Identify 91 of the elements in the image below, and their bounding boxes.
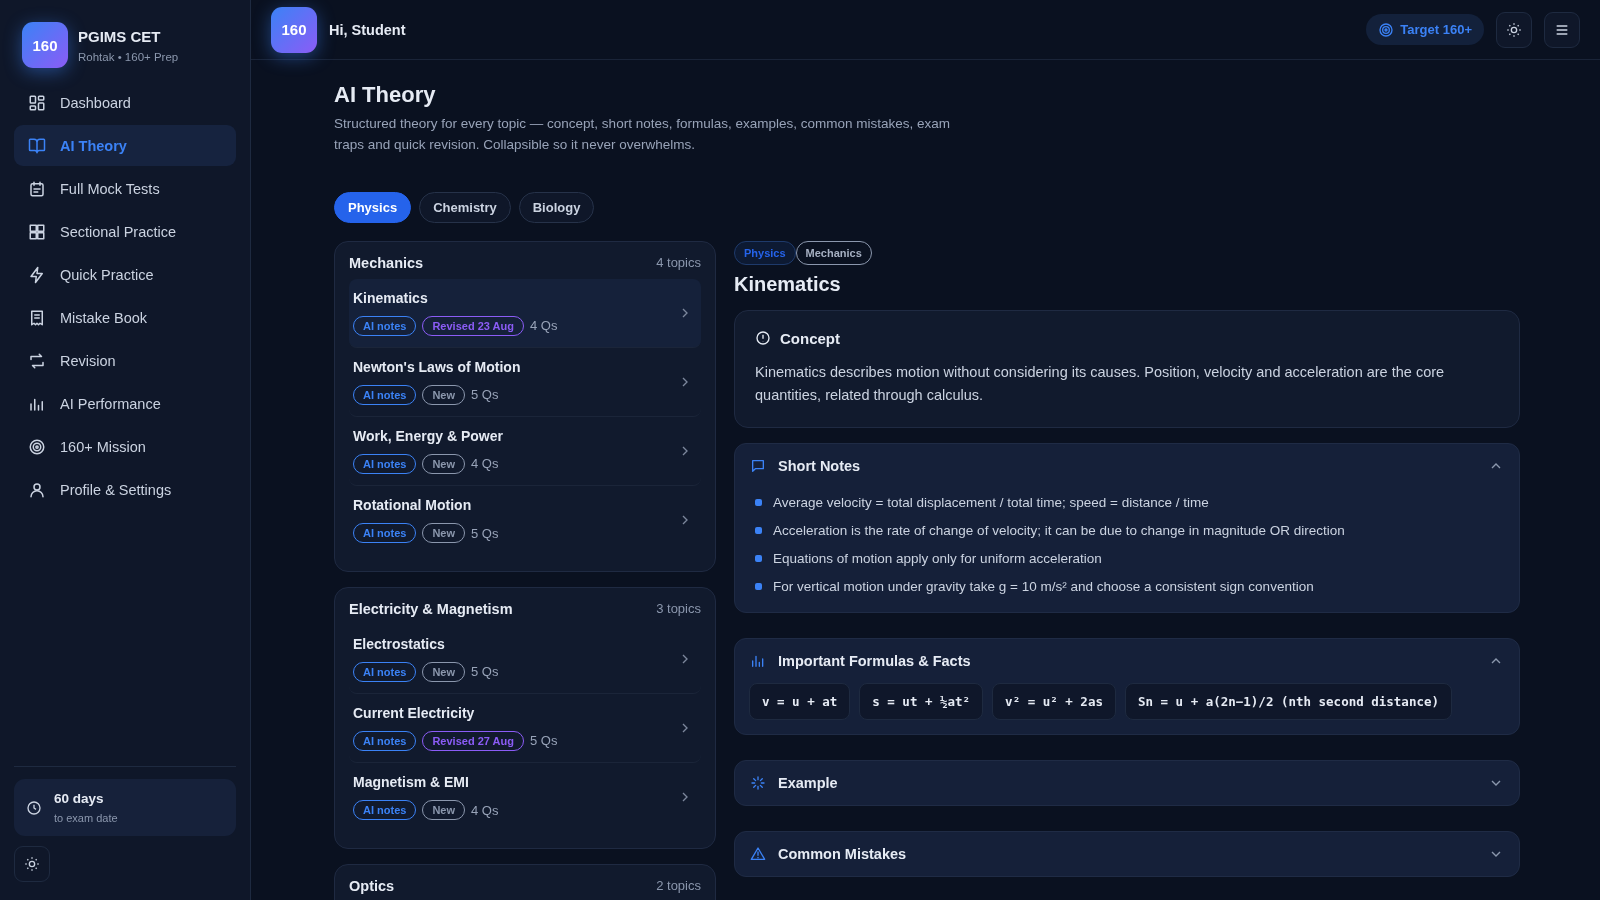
- target-button[interactable]: Target 160+: [1366, 14, 1484, 45]
- note-text: Average velocity = total displacement / total time; speed = distance / time: [773, 494, 1209, 510]
- target-icon: [1378, 21, 1395, 38]
- topic-count: 2 topics: [656, 878, 701, 894]
- topic-name: Newton's Laws of Motion: [353, 358, 522, 375]
- nav-item[interactable]: Sectional Practice: [14, 211, 236, 252]
- nav-item[interactable]: Full Mock Tests: [14, 168, 236, 209]
- user-icon: [28, 480, 46, 499]
- subject-tab[interactable]: Chemistry: [419, 191, 511, 223]
- note-text: For vertical motion under gravity take g = 10 m/s² and choose a consistent sign convention: [773, 578, 1314, 594]
- topic-item[interactable]: Newton's Laws of Motion AI notes New 5 Qs: [349, 347, 701, 417]
- formula-chip: v = u + at: [749, 683, 851, 721]
- menu-button[interactable]: [1544, 11, 1580, 48]
- nav-item[interactable]: Profile & Settings: [14, 469, 236, 510]
- message-icon: [750, 458, 766, 475]
- section-header[interactable]: Short Notes: [735, 444, 1519, 489]
- concept-text: Kinematics describes motion without considering its causes. Position, velocity and acceleration are the core quantities, related through calculus.: [755, 362, 1446, 406]
- app-logo: 160: [271, 6, 317, 53]
- section-header[interactable]: Common Mistakes: [735, 832, 1519, 877]
- subject-chip: Physics: [734, 240, 796, 265]
- topic-name: Kinematics: [353, 289, 429, 306]
- calendar-icon: [28, 179, 46, 198]
- topic-title: Kinematics: [734, 272, 842, 296]
- chapter-title: Mechanics: [349, 254, 424, 271]
- brand-name: PGIMS CET: [78, 27, 162, 45]
- bullet-icon: [755, 554, 762, 562]
- page-description: Structured theory for every topic — concept, short notes, formulas, examples, common mistakes, exam traps and quick revision. Collapsible so it never overwhelms.: [334, 115, 951, 154]
- bullet-icon: [755, 526, 762, 534]
- note-text: Equations of motion apply only for uniform acceleration: [773, 550, 1102, 566]
- sun-icon: [24, 856, 40, 872]
- warning-icon: [750, 846, 766, 863]
- formula-chip: s = ut + ½at²: [859, 683, 984, 721]
- formula-chip: Sn = u + a(2n−1)/2 (nth second distance): [1124, 683, 1452, 721]
- question-count: 5 Qs: [471, 664, 499, 680]
- topic-name: Current Electricity: [353, 704, 476, 721]
- repeat-icon: [28, 351, 46, 370]
- question-count: 4 Qs: [529, 318, 558, 334]
- nav-item[interactable]: AI Performance: [14, 383, 236, 424]
- nav-item[interactable]: Quick Practice: [14, 254, 236, 295]
- topic-item[interactable]: Rotational Motion AI notes New 5 Qs: [349, 485, 701, 555]
- question-count: 4 Qs: [471, 456, 499, 472]
- dashboard-icon: [28, 93, 46, 112]
- days-count: 60 days: [54, 791, 105, 806]
- nav-item[interactable]: AI Theory: [14, 125, 236, 166]
- brand-tagline: Rohtak • 160+ Prep: [78, 50, 179, 63]
- subject-tab[interactable]: Physics: [334, 191, 412, 223]
- clock-icon: [26, 799, 42, 816]
- sun-icon: [1506, 21, 1522, 38]
- topic-item[interactable]: Electrostatics AI notes New 5 Qs: [349, 624, 701, 694]
- app-logo: 160: [22, 22, 68, 68]
- nav-item[interactable]: Dashboard: [14, 82, 236, 123]
- nav-item[interactable]: 160+ Mission: [14, 426, 236, 467]
- book-icon: [28, 136, 46, 155]
- topic-name: Electrostatics: [353, 635, 446, 652]
- lightning-icon: [28, 265, 46, 284]
- info-icon: [755, 330, 771, 347]
- formula-chip: v² = u² + 2as: [992, 683, 1116, 721]
- concept-title: Concept: [780, 329, 840, 347]
- section-header[interactable]: Important Formulas & Facts: [735, 639, 1519, 684]
- target-icon: [28, 437, 46, 456]
- grid-icon: [28, 222, 46, 241]
- section-header[interactable]: Example: [735, 761, 1519, 806]
- page-title: AI Theory: [334, 82, 437, 108]
- topic-name: Rotational Motion: [353, 497, 473, 514]
- topic-item[interactable]: Work, Energy & Power AI notes New 4 Qs: [349, 416, 701, 486]
- bar-chart-icon: [750, 653, 766, 670]
- question-count: 5 Qs: [529, 733, 558, 749]
- topic-item[interactable]: Kinematics AI notes Revised 23 Aug 4 Qs: [349, 278, 701, 348]
- nav-item[interactable]: Revision: [14, 340, 236, 381]
- question-count: 5 Qs: [471, 387, 499, 403]
- subject-tab[interactable]: Biology: [518, 191, 595, 223]
- topic-name: Magnetism & EMI: [353, 774, 470, 791]
- chapter-title: Electricity & Magnetism: [349, 600, 513, 617]
- topic-name: Work, Energy & Power: [353, 427, 504, 444]
- bullet-icon: [755, 582, 762, 590]
- note-text: Acceleration is the rate of change of velocity; it can be due to change in magnitude OR direction: [773, 522, 1345, 538]
- topic-count: 4 topics: [656, 255, 701, 271]
- topic-count: 3 topics: [656, 601, 701, 617]
- theme-toggle-button[interactable]: [1496, 11, 1532, 48]
- greeting: Hi, Student: [329, 21, 406, 38]
- topic-item[interactable]: Magnetism & EMI AI notes New 4 Qs: [349, 762, 701, 832]
- question-count: 5 Qs: [471, 525, 499, 541]
- sparkle-icon: [750, 775, 766, 792]
- receipt-icon: [28, 308, 46, 327]
- theme-toggle-button[interactable]: [14, 846, 50, 882]
- bullet-icon: [755, 498, 762, 506]
- nav-item[interactable]: Mistake Book: [14, 297, 236, 338]
- question-count: 4 Qs: [471, 802, 499, 818]
- topic-item[interactable]: Current Electricity AI notes Revised 27 Aug 5 Qs: [349, 693, 701, 763]
- days-caption: to exam date: [54, 812, 118, 824]
- chapter-title: Optics: [349, 877, 395, 894]
